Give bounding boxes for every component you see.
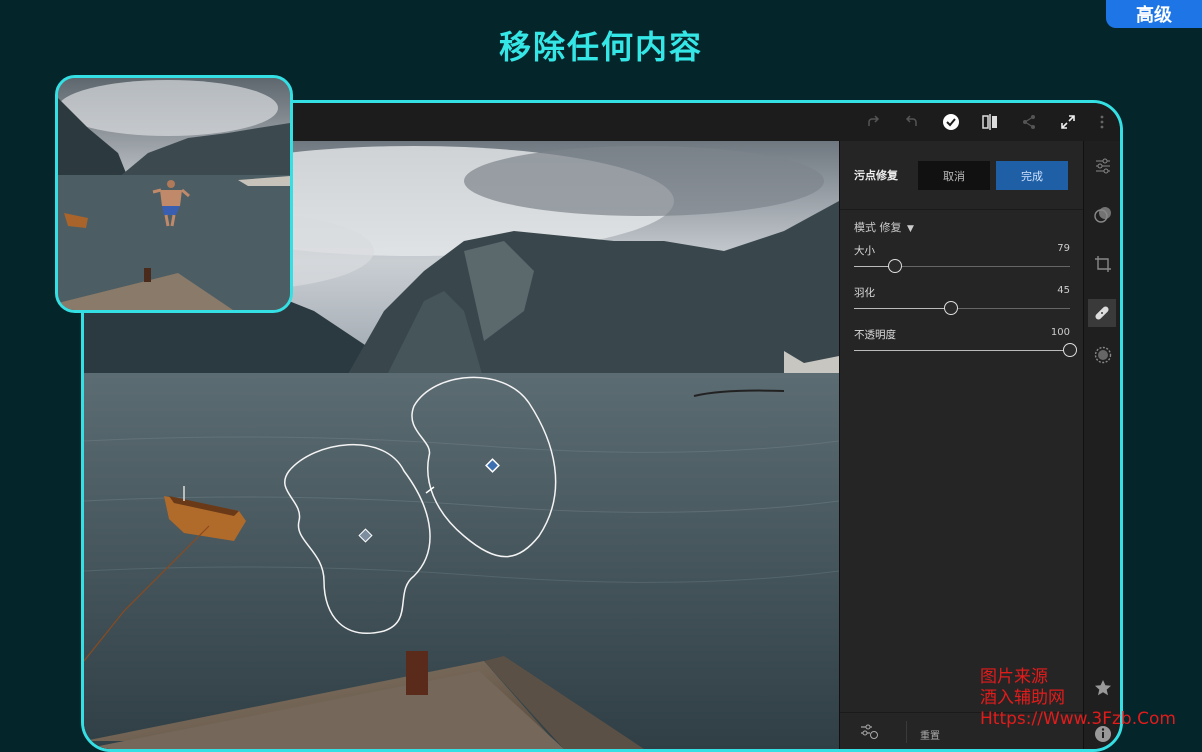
chevron-down-icon: ▼ <box>907 224 914 234</box>
opacity-value: 100 <box>1050 327 1070 338</box>
opacity-label: 不透明度 <box>854 329 896 341</box>
more-icon[interactable] <box>1091 111 1113 133</box>
size-value: 79 <box>1057 243 1070 254</box>
headline: 移除任何内容 <box>498 28 703 66</box>
sliders-icon[interactable] <box>1092 155 1114 177</box>
opacity-slider[interactable]: 不透明度 100 <box>854 327 1077 367</box>
feather-value: 45 <box>1057 285 1070 296</box>
before-photo-inset <box>55 75 293 313</box>
opacity-track[interactable] <box>854 343 1077 357</box>
undo-icon[interactable] <box>901 111 923 133</box>
size-track[interactable] <box>854 259 1070 273</box>
cancel-button[interactable]: 取消 <box>918 161 990 190</box>
crop-icon[interactable] <box>1092 253 1114 275</box>
fullscreen-icon[interactable] <box>1057 111 1079 133</box>
check-circle-icon[interactable] <box>940 111 962 133</box>
masking-icon[interactable] <box>1092 204 1114 226</box>
footer-divider <box>906 721 907 743</box>
blur-icon[interactable] <box>1092 344 1114 366</box>
share-icon[interactable] <box>1018 111 1040 133</box>
feather-slider[interactable]: 羽化 45 <box>854 285 1070 325</box>
feather-thumb[interactable] <box>944 301 959 315</box>
size-thumb[interactable] <box>888 259 903 273</box>
size-slider[interactable]: 大小 79 <box>854 243 1070 283</box>
watermark-line-1: 图片来源 <box>980 667 1048 687</box>
size-label: 大小 <box>854 245 875 257</box>
presets-icon[interactable] <box>860 723 878 743</box>
reset-button[interactable]: 重置 <box>920 727 940 742</box>
opacity-thumb[interactable] <box>1063 343 1077 357</box>
mode-dropdown[interactable]: 模式 修复 ▼ <box>854 219 914 235</box>
mode-label: 模式 修复 <box>854 221 902 234</box>
done-button[interactable]: 完成 <box>996 161 1068 190</box>
edit-panel: 污点修复 取消 完成 模式 修复 ▼ 大小 79 羽化 45 不透明度 100 … <box>839 141 1084 749</box>
compare-icon[interactable] <box>979 111 1001 133</box>
healing-brush-icon[interactable] <box>1088 299 1116 327</box>
feather-label: 羽化 <box>854 287 875 299</box>
feather-track[interactable] <box>854 301 1070 315</box>
healing-title: 污点修复 <box>854 169 898 182</box>
panel-header: 污点修复 取消 完成 <box>840 141 1084 210</box>
watermark-line-2: 酒入辅助网 <box>980 688 1065 708</box>
tool-rail <box>1083 141 1120 749</box>
redo-icon[interactable] <box>862 111 884 133</box>
watermark: 图片来源 酒入辅助网 Https://Www.3Fzb.Com <box>980 667 1176 730</box>
watermark-line-3: Https://Www.3Fzb.Com <box>980 709 1176 729</box>
